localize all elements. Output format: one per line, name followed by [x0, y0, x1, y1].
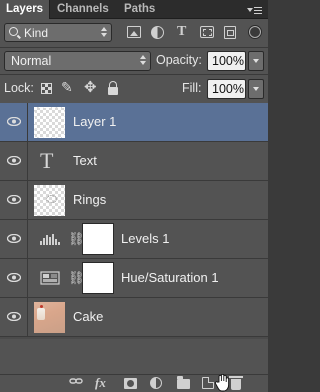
hue-saturation-adjustment-icon: [40, 271, 60, 285]
layer-name: Cake: [73, 309, 104, 324]
hand-cursor-icon: [214, 374, 230, 392]
lock-label: Lock:: [4, 81, 34, 95]
adjustment-layer-filter-icon[interactable]: [151, 26, 164, 39]
pixel-layer-filter-icon[interactable]: [127, 26, 141, 38]
updown-arrows-icon: [101, 27, 108, 38]
search-icon: [9, 27, 18, 36]
layers-list: Layer 1 T Text Rings ⛓ Levels 1 ⛓ Hue/Sa…: [0, 103, 268, 339]
filter-row: Kind T: [0, 19, 268, 47]
fx-icon[interactable]: fx: [95, 376, 111, 390]
visibility-toggle[interactable]: [0, 103, 28, 141]
layer-name: Levels 1: [121, 231, 170, 246]
blend-mode-value: Normal: [11, 54, 52, 68]
lock-image-pixels-icon[interactable]: ✎: [61, 80, 73, 94]
shape-layer-filter-icon[interactable]: [200, 26, 214, 38]
panel-tab-bar: Layers Channels Paths: [0, 0, 268, 19]
filter-kind-select[interactable]: Kind: [4, 23, 112, 42]
lock-all-icon[interactable]: [108, 81, 118, 95]
layer-mask-thumbnail[interactable]: [82, 223, 114, 255]
layers-bottom-bar: fx: [0, 374, 268, 392]
opacity-dropdown-button[interactable]: [248, 51, 264, 71]
panel-menu-button[interactable]: [246, 2, 264, 17]
eye-icon: [7, 312, 21, 321]
layer-row-hue-saturation-1[interactable]: ⛓ Hue/Saturation 1: [0, 259, 268, 298]
blend-row: Normal Opacity: 100%: [0, 48, 268, 74]
layer-thumbnail: [34, 107, 65, 138]
layer-row-cake[interactable]: Cake: [0, 298, 268, 337]
tab-paths[interactable]: Paths: [118, 0, 160, 19]
layer-row-text[interactable]: T Text: [0, 142, 268, 181]
filter-toggle-icon[interactable]: [248, 25, 262, 39]
updown-arrows-icon: [140, 55, 147, 66]
layer-thumbnail: [34, 302, 65, 333]
lock-row: Lock: ✎ ✥ Fill: 100%: [0, 75, 268, 102]
fill-field[interactable]: 100%: [207, 79, 246, 99]
smart-object-filter-icon[interactable]: [224, 26, 236, 39]
type-layer-icon: T: [40, 148, 54, 173]
layer-row-rings[interactable]: Rings: [0, 181, 268, 220]
layer-name: Hue/Saturation 1: [121, 270, 219, 285]
layer-row-levels-1[interactable]: ⛓ Levels 1: [0, 220, 268, 259]
new-adjustment-icon[interactable]: [150, 377, 162, 389]
fill-label: Fill:: [182, 81, 202, 95]
type-layer-filter-icon[interactable]: T: [177, 25, 191, 39]
eye-icon: [7, 273, 21, 282]
lock-transparent-pixels-icon[interactable]: [41, 83, 52, 94]
eye-icon: [7, 117, 21, 126]
layer-name: Rings: [73, 192, 107, 207]
lock-position-icon[interactable]: ✥: [84, 80, 97, 95]
opacity-label: Opacity:: [156, 53, 202, 67]
levels-adjustment-icon: [40, 234, 60, 245]
layer-thumbnail: [34, 185, 65, 216]
eye-icon: [7, 156, 21, 165]
layer-name: Layer 1: [73, 114, 117, 129]
layers-panel: Kind T Normal Opacity: 100% Lock: ✎ ✥ Fi…: [0, 19, 268, 392]
add-mask-icon[interactable]: [124, 378, 137, 389]
layer-mask-thumbnail[interactable]: [82, 262, 114, 294]
visibility-toggle[interactable]: [0, 220, 28, 258]
visibility-toggle[interactable]: [0, 298, 28, 336]
opacity-field[interactable]: 100%: [207, 51, 246, 71]
eye-icon: [7, 195, 21, 204]
layer-name: Text: [73, 153, 97, 168]
visibility-toggle[interactable]: [0, 259, 28, 297]
tab-channels[interactable]: Channels: [51, 0, 117, 19]
new-layer-icon[interactable]: [202, 377, 214, 389]
layer-row-layer-1[interactable]: Layer 1: [0, 103, 268, 142]
filter-kind-label: Kind: [24, 26, 49, 40]
new-group-icon[interactable]: [177, 376, 190, 389]
visibility-toggle[interactable]: [0, 142, 28, 180]
fill-dropdown-button[interactable]: [248, 79, 264, 99]
blend-mode-select[interactable]: Normal: [4, 51, 151, 71]
chevron-down-icon: [247, 8, 253, 12]
menu-lines-icon: [254, 7, 262, 16]
link-layers-icon[interactable]: [69, 376, 83, 390]
visibility-toggle[interactable]: [0, 181, 28, 219]
tab-layers[interactable]: Layers: [0, 0, 50, 19]
eye-icon: [7, 234, 21, 243]
delete-layer-icon[interactable]: [229, 376, 243, 390]
